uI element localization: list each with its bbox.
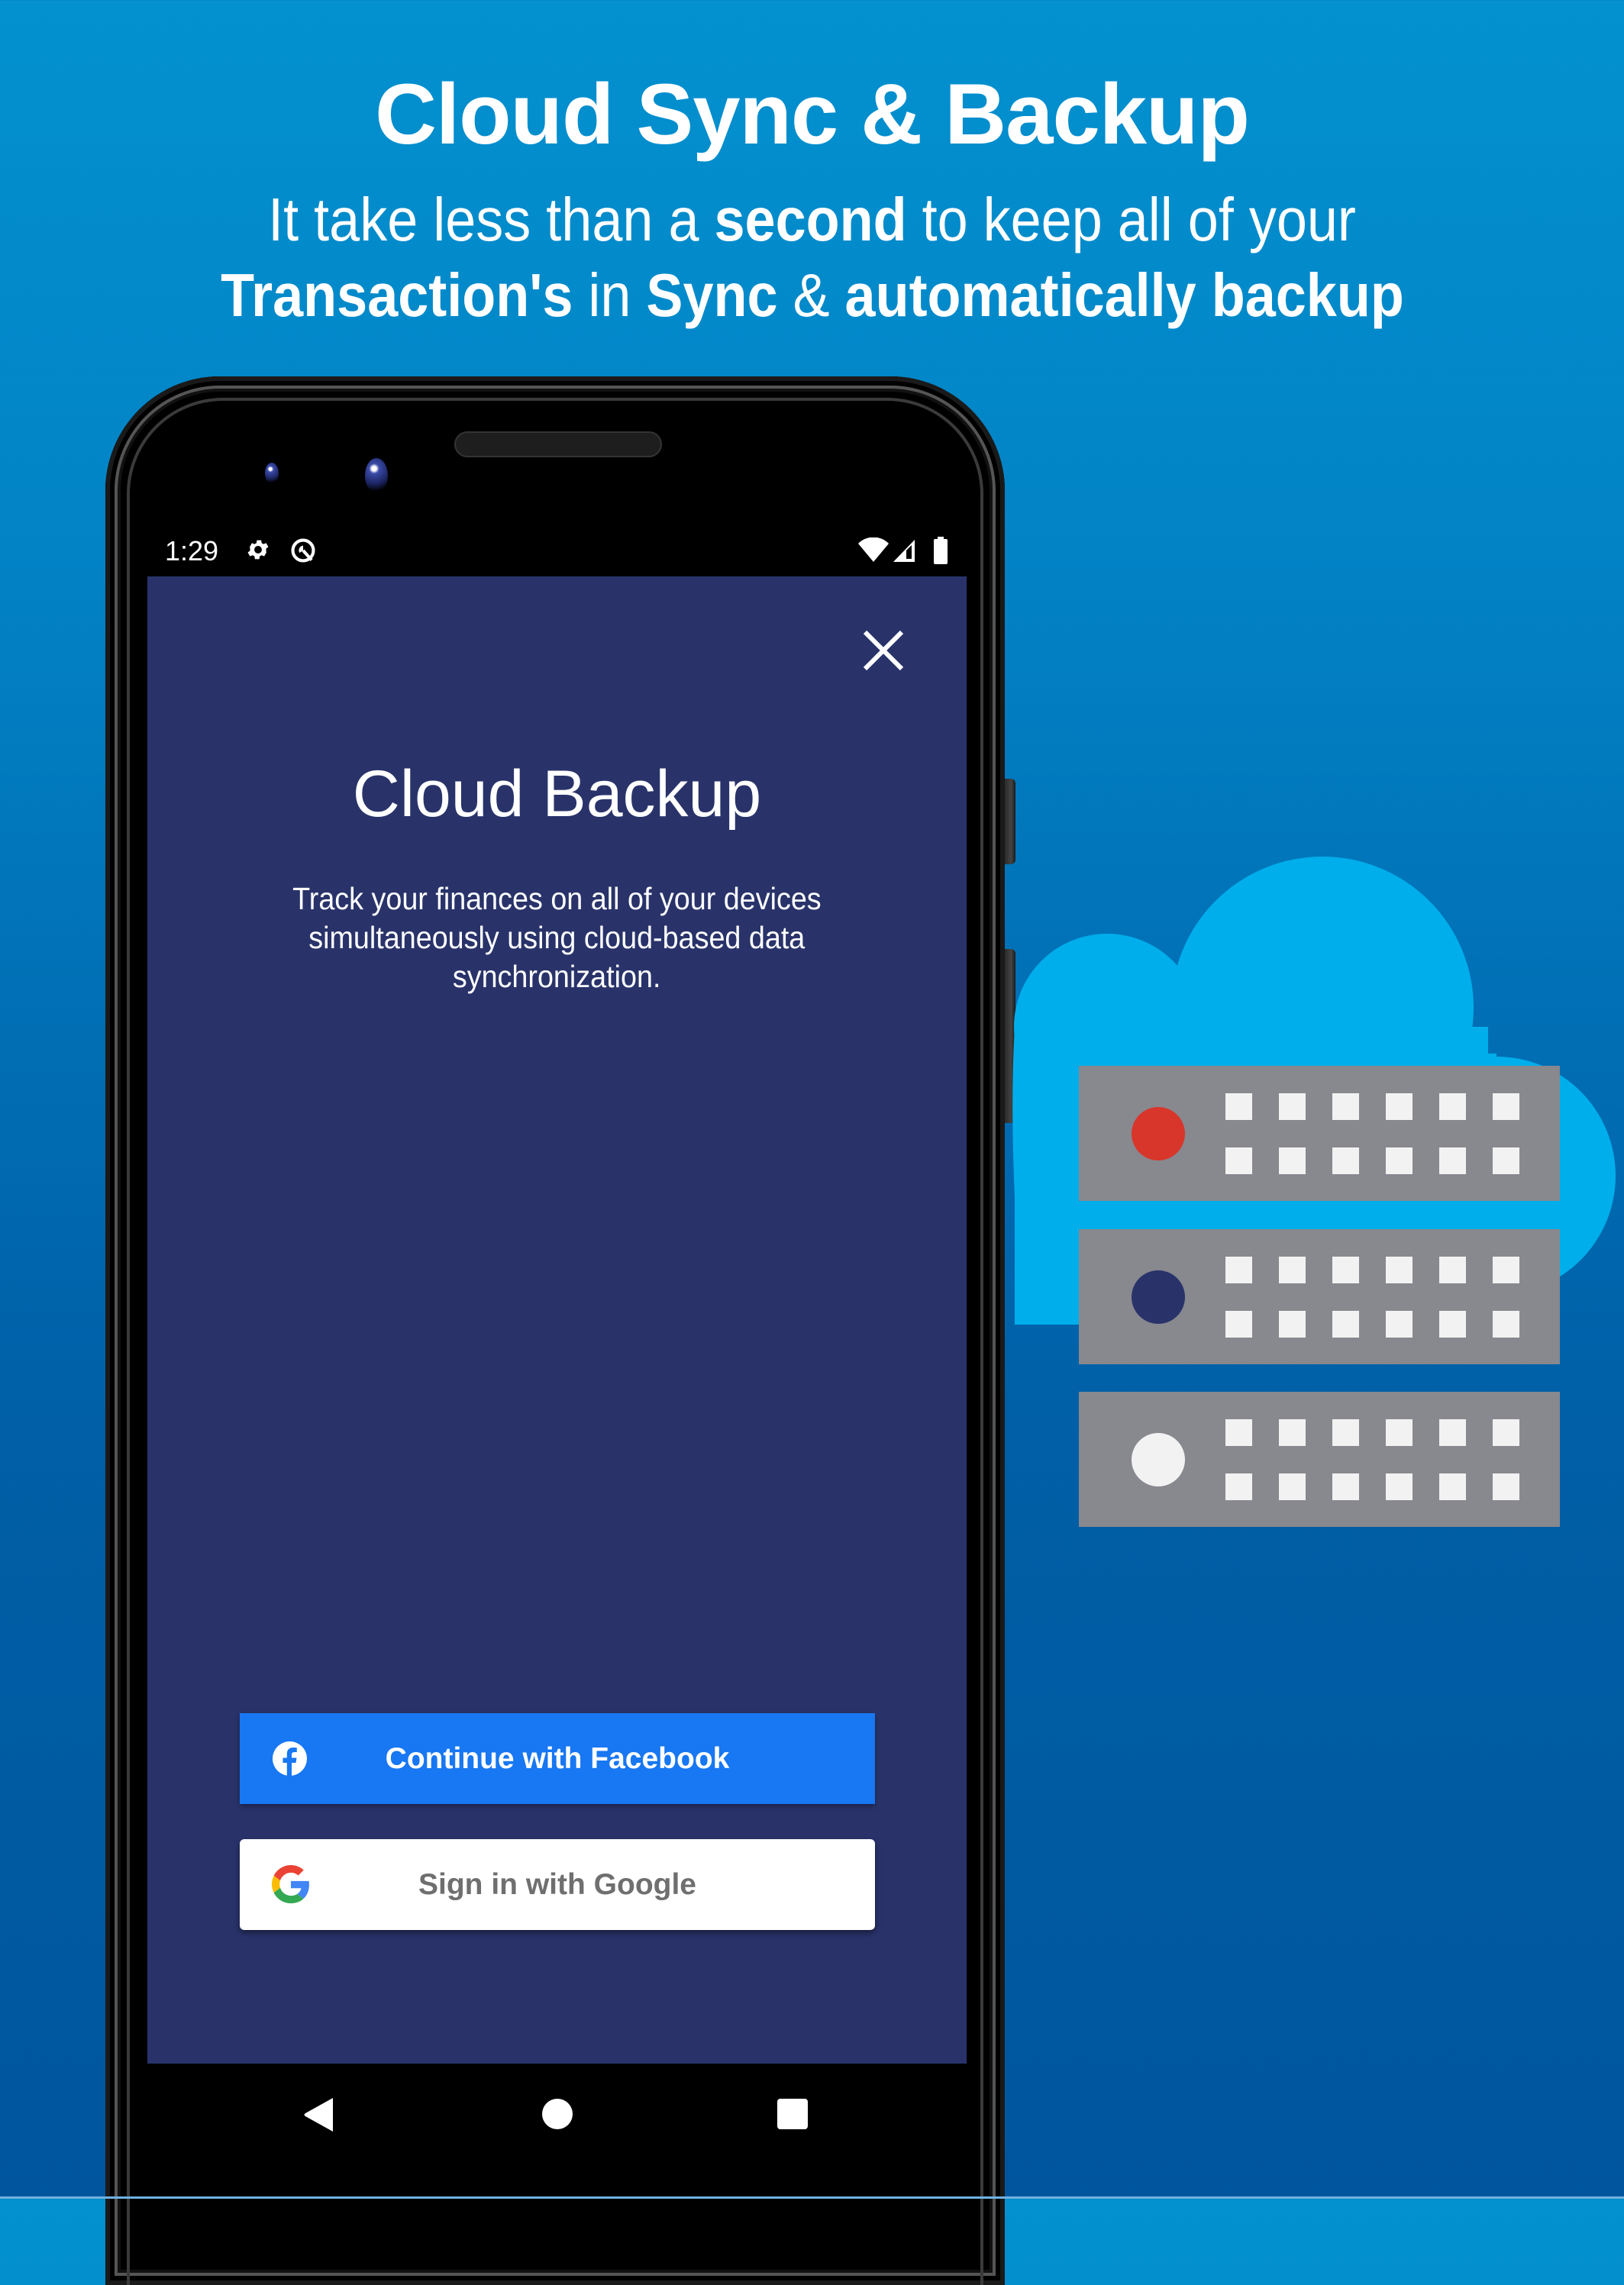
description-line: simultaneously using cloud-based data: [308, 920, 806, 955]
server-port: [1386, 1257, 1413, 1283]
server-port: [1332, 1419, 1359, 1446]
subtitle-segment: &: [777, 261, 845, 329]
server-unit: [1079, 1229, 1560, 1364]
continue-with-facebook-button[interactable]: Continue with Facebook: [240, 1713, 875, 1804]
server-port: [1279, 1419, 1306, 1446]
subtitle-segment: to keep all of your: [906, 186, 1356, 253]
server-port: [1493, 1257, 1519, 1283]
server-port: [1439, 1311, 1466, 1338]
battery-icon: [934, 537, 948, 564]
phone-sensor: [265, 463, 279, 484]
phone-speaker: [454, 431, 662, 457]
server-led: [1132, 1107, 1185, 1160]
server-port: [1279, 1147, 1306, 1174]
server-port: [1332, 1473, 1359, 1500]
google-button-label: Sign in with Google: [418, 1868, 696, 1901]
android-q-beta-icon: [291, 538, 315, 563]
screen-description: Track your finances on all of your devic…: [147, 879, 967, 996]
hero-subtitle-line-2: Transaction's in Sync & automatically ba…: [0, 257, 1624, 334]
server-port: [1225, 1093, 1252, 1120]
sign-in-with-google-button[interactable]: Sign in with Google: [240, 1839, 875, 1930]
subtitle-segment: second: [714, 186, 907, 253]
server-port: [1386, 1419, 1413, 1446]
server-port: [1279, 1473, 1306, 1500]
server-port: [1386, 1093, 1413, 1120]
wifi-icon: [858, 537, 889, 562]
server-port: [1279, 1093, 1306, 1120]
server-port: [1332, 1147, 1359, 1174]
server-port: [1225, 1419, 1252, 1446]
server-port: [1225, 1257, 1252, 1283]
screen-title: Cloud Backup: [352, 757, 762, 831]
server-led: [1132, 1433, 1185, 1486]
server-port: [1225, 1147, 1252, 1174]
description-line: synchronization.: [453, 959, 661, 994]
phone-front-camera: [365, 458, 388, 493]
description-line: Track your finances on all of your devic…: [292, 881, 822, 916]
server-led: [1132, 1270, 1185, 1324]
cellular-signal-icon: [893, 540, 915, 562]
server-port: [1439, 1419, 1466, 1446]
server-port: [1279, 1257, 1306, 1283]
server-unit: [1079, 1066, 1560, 1201]
facebook-button-label: Continue with Facebook: [385, 1742, 730, 1775]
server-port: [1439, 1093, 1466, 1120]
server-unit: [1079, 1392, 1560, 1527]
server-port: [1332, 1093, 1359, 1120]
hero-title: Cloud Sync & Backup: [375, 66, 1250, 162]
server-port: [1493, 1311, 1519, 1338]
subtitle-segment: Transaction's: [220, 261, 573, 329]
subtitle-segment: It take less than a: [268, 186, 715, 253]
hero-subtitle-line-1: It take less than a second to keep all o…: [0, 182, 1624, 258]
server-port: [1493, 1473, 1519, 1500]
server-port: [1279, 1311, 1306, 1338]
server-port: [1332, 1257, 1359, 1283]
server-port: [1493, 1147, 1519, 1174]
subtitle-segment: Sync: [645, 261, 778, 329]
server-port: [1439, 1147, 1466, 1174]
server-port: [1493, 1419, 1519, 1446]
server-port: [1386, 1147, 1413, 1174]
server-port: [1493, 1093, 1519, 1120]
server-port: [1386, 1473, 1413, 1500]
server-port: [1439, 1473, 1466, 1500]
recents-square-icon[interactable]: [776, 2098, 809, 2130]
subtitle-segment: in: [572, 261, 646, 329]
close-icon[interactable]: [860, 628, 906, 673]
server-port: [1225, 1473, 1252, 1500]
back-triangle-icon[interactable]: [302, 2096, 334, 2133]
subtitle-segment: automatically backup: [844, 261, 1404, 329]
server-port: [1439, 1257, 1466, 1283]
server-port: [1225, 1311, 1252, 1338]
server-port: [1386, 1311, 1413, 1338]
server-port: [1332, 1311, 1359, 1338]
cloud-server-illustration: [1012, 857, 1616, 1527]
status-time: 1:29: [165, 535, 219, 566]
home-circle-icon[interactable]: [541, 2098, 573, 2130]
settings-gear-icon: [247, 540, 269, 560]
